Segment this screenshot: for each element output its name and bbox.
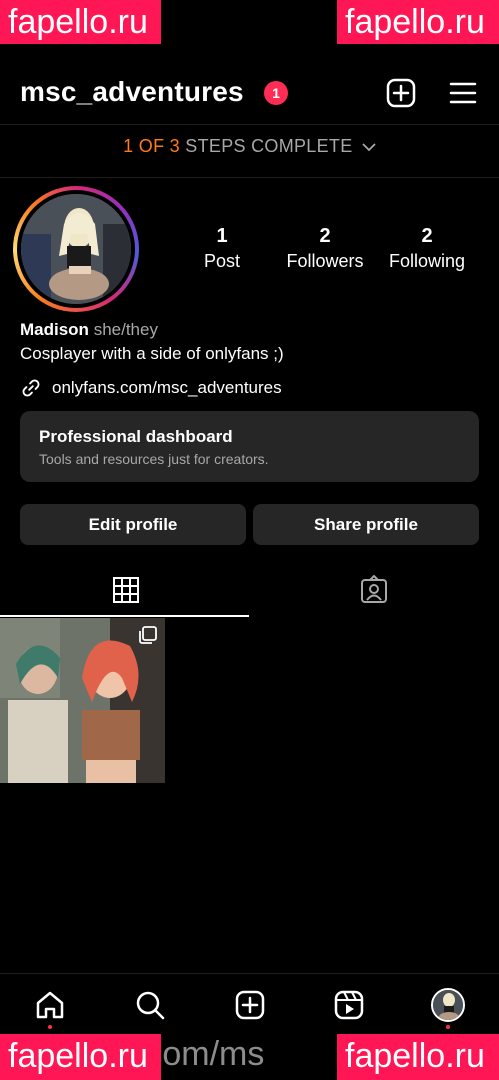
reels-icon[interactable] (334, 990, 364, 1020)
share-profile-button[interactable]: Share profile (253, 504, 479, 545)
chevron-down-icon (362, 143, 376, 152)
tagged-icon[interactable] (359, 575, 389, 605)
stat-following-label: Following (388, 251, 466, 271)
username[interactable]: msc_adventures (20, 76, 244, 108)
profile-link-text: onlyfans.com/msc_adventures (52, 378, 282, 397)
notification-badge[interactable]: 1 (264, 81, 288, 105)
watermark-top-right: fapello.ru (337, 0, 499, 44)
multi-photo-icon (139, 626, 157, 644)
tab-active-indicator (0, 615, 249, 617)
watermark-bottom-left: fapello.ru (0, 1034, 161, 1080)
pronouns: she/they (93, 320, 158, 339)
menu-icon[interactable] (448, 78, 478, 108)
steps-count: 1 OF 3 (123, 136, 180, 156)
watermark-top-left: fapello.ru (0, 0, 161, 44)
home-icon[interactable] (35, 990, 65, 1020)
avatar (21, 194, 131, 304)
grid-icon[interactable] (111, 575, 141, 605)
stat-posts[interactable]: 1 Post (167, 224, 277, 274)
stat-followers-count: 2 (319, 225, 331, 247)
professional-dashboard[interactable]: Professional dashboard Tools and resourc… (20, 411, 479, 482)
profile-notification-dot (446, 1025, 450, 1029)
dashboard-subtitle: Tools and resources just for creators. (39, 451, 269, 467)
avatar-small (433, 990, 463, 1020)
steps-divider (0, 177, 499, 178)
search-icon[interactable] (135, 990, 165, 1020)
bio-text: Cosplayer with a side of onlyfans ;) (20, 344, 284, 363)
profile-link[interactable]: onlyfans.com/msc_adventures (20, 377, 282, 399)
profile-tab-avatar[interactable] (431, 988, 465, 1022)
header-divider (0, 124, 499, 125)
dashboard-title: Professional dashboard (39, 427, 233, 446)
steps-label: STEPS COMPLETE (179, 136, 353, 156)
stat-posts-count: 1 (216, 225, 228, 247)
stat-followers-label: Followers (286, 251, 364, 271)
stat-following[interactable]: 2 Following (372, 224, 482, 274)
add-post-icon[interactable] (235, 990, 265, 1020)
home-notification-dot (48, 1025, 52, 1029)
steps-progress[interactable]: 1 OF 3 STEPS COMPLETE (0, 136, 499, 157)
profile-header: msc_adventures (0, 70, 499, 120)
display-name: Madison (20, 320, 89, 339)
profile-name-line: Madison she/they (20, 320, 158, 340)
link-icon (22, 379, 40, 397)
stat-followers[interactable]: 2 Followers (270, 224, 380, 274)
stat-posts-label: Post (203, 251, 241, 271)
edit-profile-button[interactable]: Edit profile (20, 504, 246, 545)
stat-following-count: 2 (421, 225, 433, 247)
watermark-bottom-right: fapello.ru (337, 1034, 499, 1080)
post-thumbnail[interactable] (0, 618, 165, 783)
create-post-icon[interactable] (386, 78, 416, 108)
story-ring[interactable] (13, 186, 139, 312)
